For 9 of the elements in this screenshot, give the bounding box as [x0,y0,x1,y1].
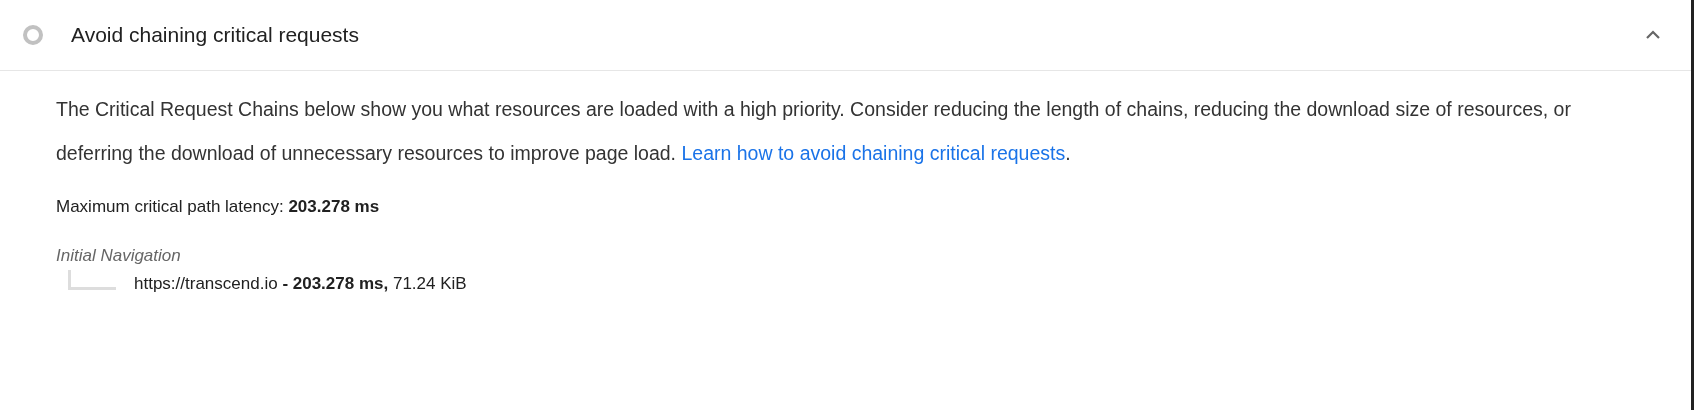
audit-title: Avoid chaining critical requests [71,23,360,47]
chevron-up-icon[interactable] [1645,30,1661,40]
tree-connector [68,270,116,290]
chain-title: Initial Navigation [56,246,182,266]
latency-summary: Maximum critical path latency: 203.278 ms [56,197,381,217]
status-circle-icon [23,25,43,45]
learn-more-link[interactable]: Learn how to avoid chaining critical requests [681,142,1066,164]
audit-description: The Critical Request Chains below show you what resources are loaded with a high priority. Consider reducing the length of chains, reducing the download size of resources, or deferring the download of unnecessary resources to improve page load. Learn how to avoid chaining critical requests. [56,97,1572,166]
request-entry: https://transcend.io - 203.278 ms, 71.24 KiB [134,274,467,294]
